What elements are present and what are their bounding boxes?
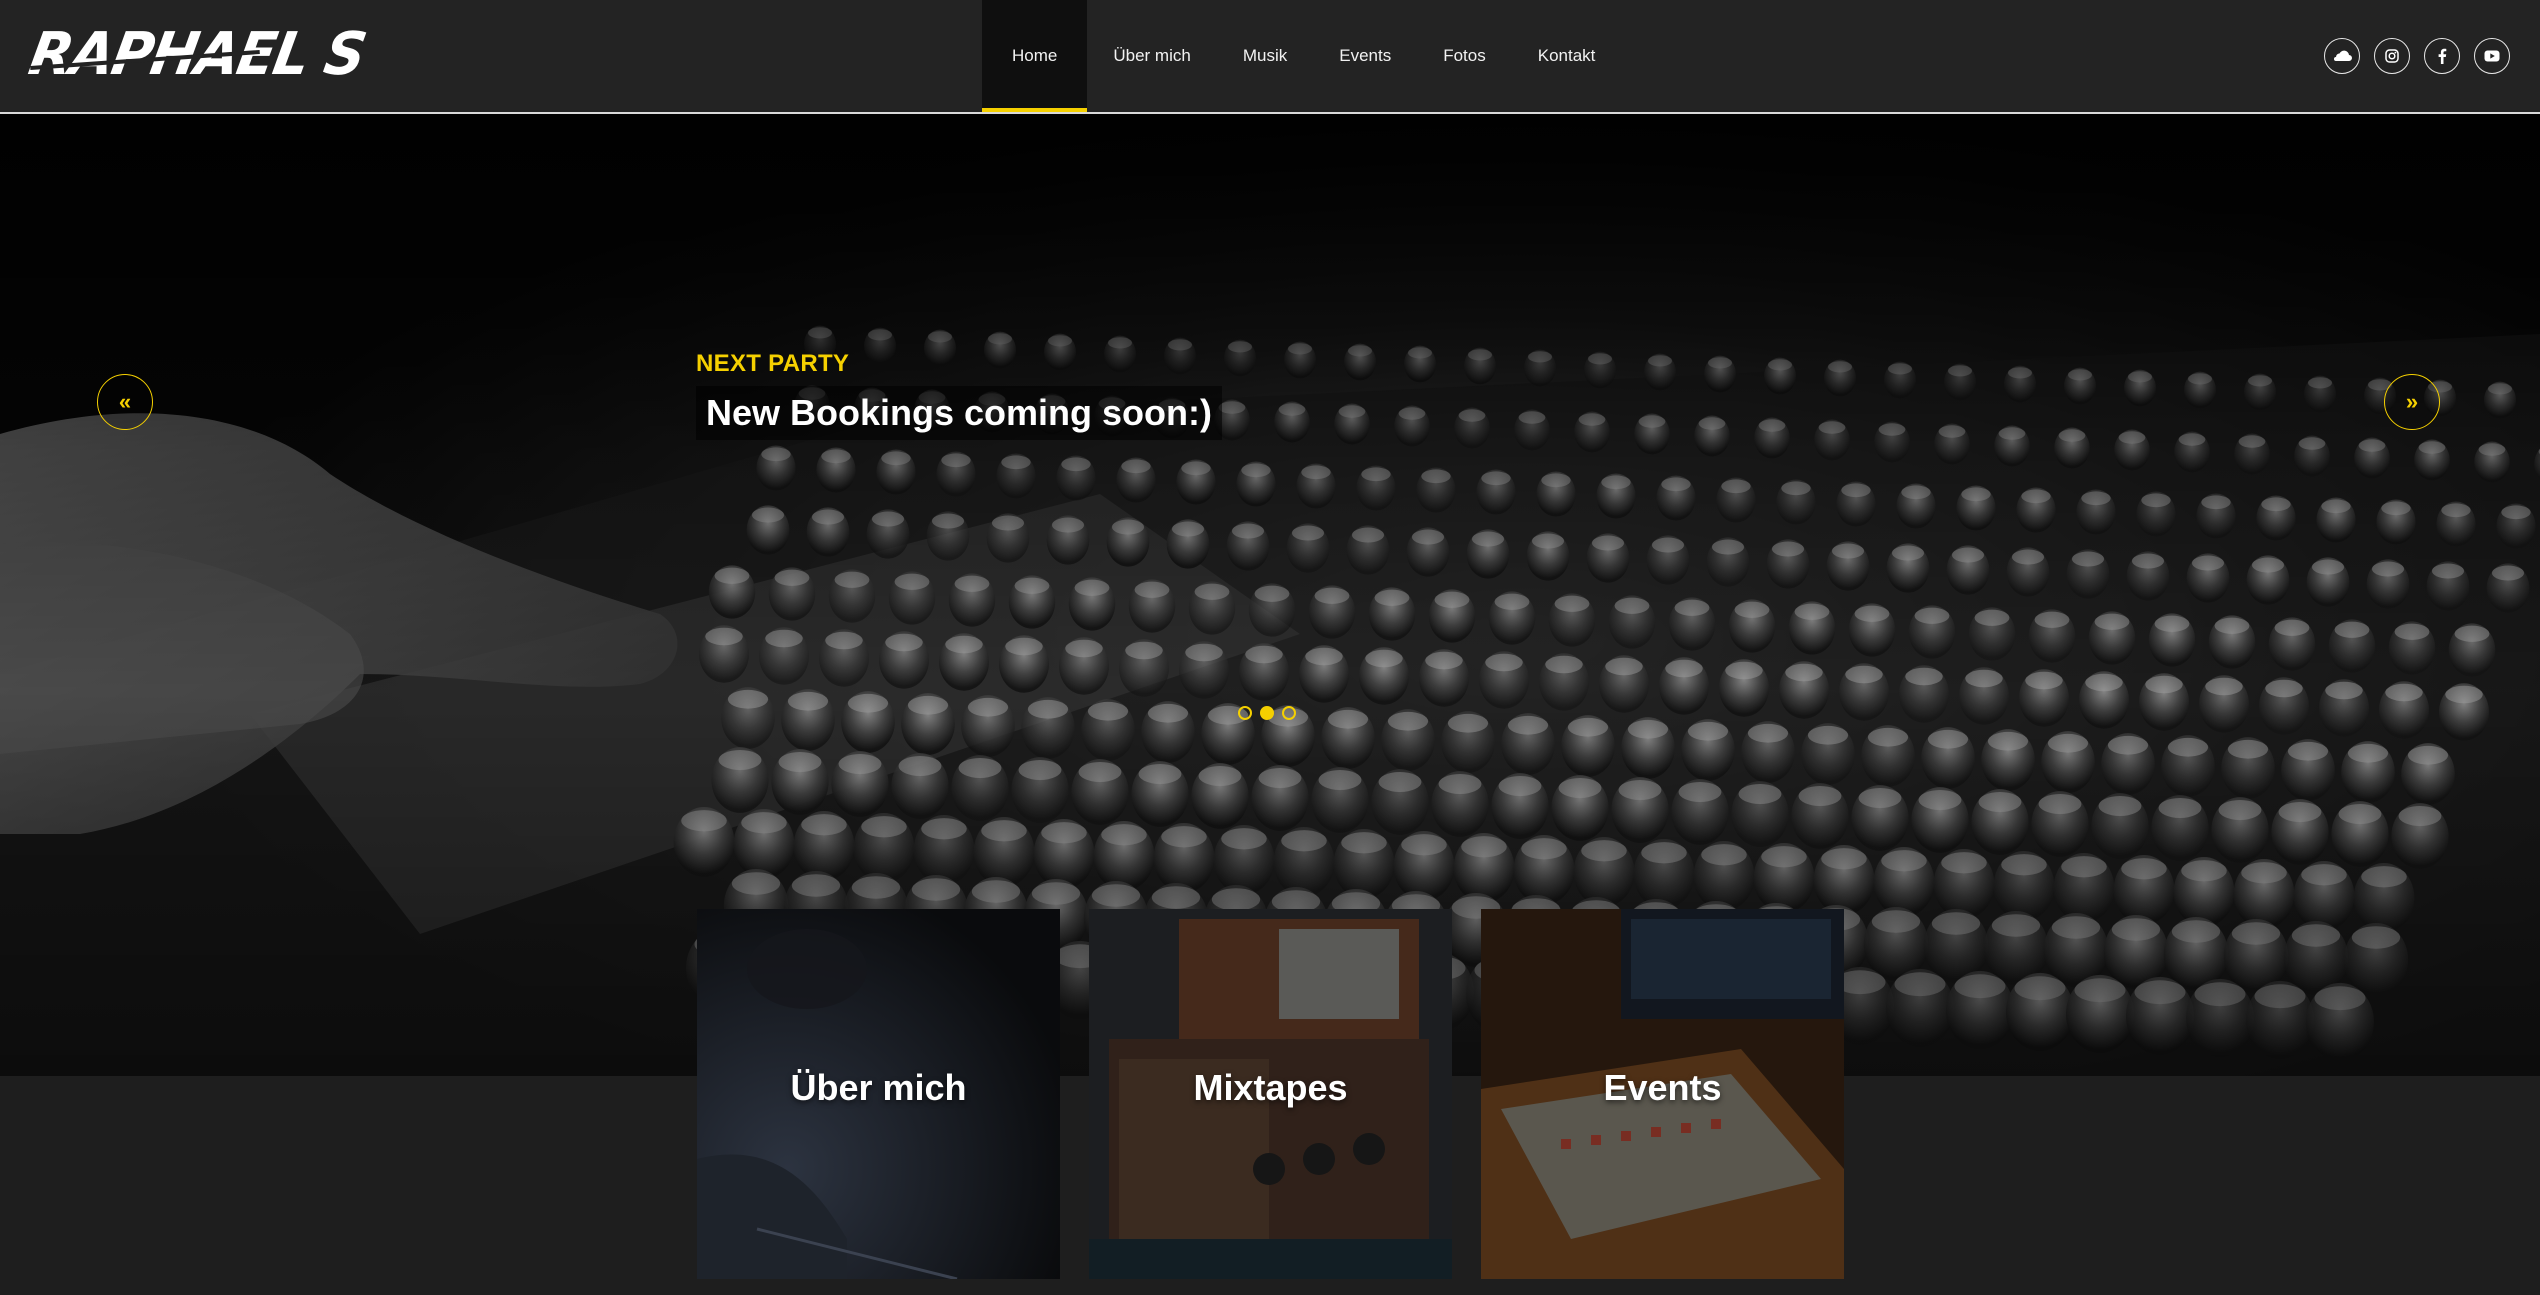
tile-ueber-mich[interactable]: Über mich bbox=[697, 909, 1060, 1279]
tile-label-mixtapes: Mixtapes bbox=[1193, 1067, 1348, 1108]
chevrons-right-icon: » bbox=[2405, 389, 2419, 414]
slide-title: New Bookings coming soon:) bbox=[696, 386, 1223, 440]
slider-pagination bbox=[1238, 706, 1296, 720]
facebook-icon bbox=[2438, 48, 2447, 64]
slider-dot-2[interactable] bbox=[1260, 706, 1274, 720]
soundcloud-icon bbox=[2334, 50, 2352, 61]
chevrons-left-icon: « bbox=[118, 389, 132, 414]
slider-next-button[interactable]: » bbox=[2384, 374, 2440, 430]
feature-tiles: Über mich Mixtapes Events bbox=[697, 909, 1844, 1279]
nav-item-kontakt[interactable]: Kontakt bbox=[1512, 0, 1622, 112]
site-logo[interactable]: RAPHAEL S bbox=[24, 20, 370, 88]
soundcloud-button[interactable] bbox=[2324, 38, 2360, 74]
tile-label-ueber-mich: Über mich bbox=[790, 1067, 967, 1108]
youtube-button[interactable] bbox=[2474, 38, 2510, 74]
nav-item-musik[interactable]: Musik bbox=[1217, 0, 1313, 112]
nav-item-home[interactable]: Home bbox=[982, 0, 1088, 112]
instagram-button[interactable] bbox=[2374, 38, 2410, 74]
nav-item-fotos[interactable]: Fotos bbox=[1417, 0, 1512, 112]
nav-item-events[interactable]: Events bbox=[1313, 0, 1417, 112]
youtube-icon bbox=[2484, 50, 2500, 62]
social-links bbox=[2324, 38, 2510, 74]
slider-dot-3[interactable] bbox=[1282, 706, 1296, 720]
slider-dot-1[interactable] bbox=[1238, 706, 1252, 720]
tile-events[interactable]: Events bbox=[1481, 909, 1844, 1279]
slide-kicker: NEXT PARTY bbox=[696, 350, 850, 377]
nav-item-ueber-mich[interactable]: Über mich bbox=[1087, 0, 1216, 112]
tile-mixtapes[interactable]: Mixtapes bbox=[1089, 909, 1452, 1279]
facebook-button[interactable] bbox=[2424, 38, 2460, 74]
tile-label-events: Events bbox=[1603, 1067, 1722, 1108]
slider-prev-button[interactable]: « bbox=[97, 374, 153, 430]
site-header: RAPHAEL S Home Über mich Musik Events Fo… bbox=[0, 0, 2540, 114]
instagram-icon bbox=[2385, 49, 2399, 63]
main-nav: Home Über mich Musik Events Fotos Kontak… bbox=[982, 0, 1621, 112]
